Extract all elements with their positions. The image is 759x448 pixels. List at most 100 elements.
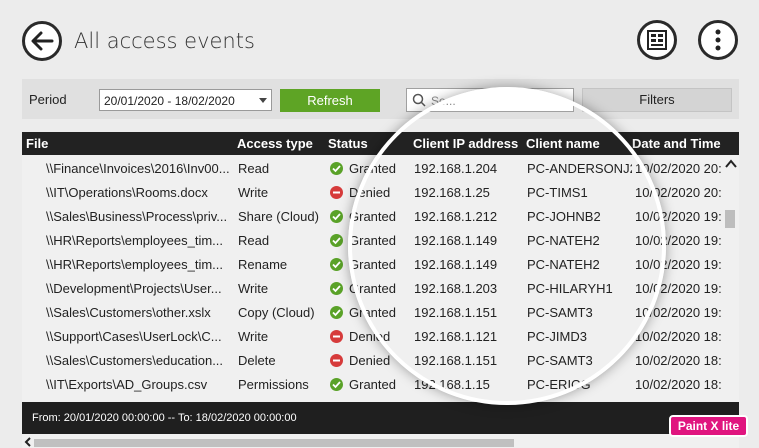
cell-client-ip: 192.168.1.15 [414,377,490,392]
cell-file: \\Sales\Business\Process\priv... [46,209,228,224]
arrow-left-icon [31,31,54,51]
scrollbar-thumb[interactable] [34,439,514,447]
cell-date-time: 10/02/2020 19:4 [635,257,725,272]
cell-client-name: PC-JOHNB2 [527,209,601,224]
table-row[interactable]: \\Development\Projects\User... Write Grant… [22,277,725,301]
cell-date-time: 10/02/2020 18:4 [635,353,725,368]
column-header-status[interactable]: Status [328,136,368,151]
cell-status: Granted [349,161,396,176]
cell-status: Granted [349,257,396,272]
vertical-dots-icon [715,29,721,51]
cell-client-name: PC-JIMD3 [527,329,587,344]
table-row[interactable]: \\Sales\Customers\other.xslx Copy (Cloud)… [22,301,725,325]
table-row[interactable]: \\Support\Cases\UserLock\C... Write Denied… [22,325,725,349]
cell-client-name: PC-NATEH2 [527,257,600,272]
cell-access-type: Copy (Cloud) [238,305,315,320]
cell-file: \\Sales\Customers\education... [46,353,224,368]
column-header-access-type[interactable]: Access type [237,136,313,151]
cell-client-name: PC-NATEH2 [527,233,600,248]
denied-circle-icon [330,354,343,367]
cell-client-ip: 192.168.1.203 [414,281,498,296]
scroll-up-icon [725,159,737,168]
cell-status: Granted [349,377,396,392]
cell-status: Granted [349,281,396,296]
cell-client-ip: 192.168.1.149 [414,233,498,248]
horizontal-scrollbar[interactable] [22,434,739,448]
cell-status: Denied [349,353,391,368]
cell-access-type: Read [238,233,270,248]
cell-client-name: PC-SAMT3 [527,305,593,320]
denied-circle-icon [330,186,343,199]
cell-client-name: PC-HILARYH1 [527,281,613,296]
cell-date-time: 10/02/2020 18:5 [635,329,725,344]
cell-file: \\Development\Projects\User... [46,281,222,296]
cell-client-ip: 192.168.1.151 [414,305,498,320]
table-row[interactable]: \\IT\Operations\Rooms.docx Write Denied 192… [22,181,725,205]
cell-file: \\Sales\Customers\other.xslx [46,305,211,320]
table-row[interactable]: \\HR\Reports\employees_tim... Rename Grant… [22,253,725,277]
cell-status: Denied [349,329,391,344]
table-row[interactable]: \\HR\Reports\employees_tim... Read Granted… [22,229,725,253]
denied-circle-icon [330,330,343,343]
check-circle-icon [330,258,343,271]
access-events-table: File Access type Status Client IP addres… [22,132,739,402]
cell-access-type: Write [238,281,269,296]
cell-client-name: PC-TIMS1 [527,185,588,200]
cell-file: \\HR\Reports\employees_tim... [46,257,224,272]
cell-client-ip: 192.168.1.25 [414,185,490,200]
cell-date-time: 10/02/2020 19:3 [635,281,725,296]
cell-client-ip: 192.168.1.149 [414,257,498,272]
period-summary: From: 20/01/2020 00:00:00 -- To: 18/02/2… [22,402,739,434]
grid-report-icon [647,30,667,50]
cell-status: Granted [349,233,396,248]
cell-status: Denied [349,185,391,200]
cell-client-ip: 192.168.1.151 [414,353,498,368]
filter-toolbar: Period 20/01/2020 - 18/02/2020 Refresh S… [22,79,739,119]
column-header-client-ip[interactable]: Client IP address [413,136,518,151]
page-title: All access events [74,29,255,53]
search-icon [412,93,426,107]
cell-file: \\Support\Cases\UserLock\C... [46,329,222,344]
column-header-file[interactable]: File [26,136,48,151]
check-circle-icon [330,282,343,295]
refresh-button[interactable]: Refresh [280,89,380,112]
table-row[interactable]: \\Sales\Customers\education... Delete Deni… [22,349,725,373]
cell-file: \\Finance\Invoices\2016\Inv00... [46,161,230,176]
back-button[interactable] [22,21,62,61]
cell-client-ip: 192.168.1.212 [414,209,498,224]
period-value: 20/01/2020 - 18/02/2020 [104,94,235,108]
cell-access-type: Delete [238,353,276,368]
cell-access-type: Permissions [238,377,309,392]
check-circle-icon [330,162,343,175]
table-row[interactable]: \\Finance\Invoices\2016\Inv00... Read Gran… [22,157,725,181]
table-header: File Access type Status Client IP addres… [22,132,739,155]
cell-file: \\HR\Reports\employees_tim... [46,233,224,248]
cell-client-name: PC-ANDERSONJ2 [527,161,632,176]
cell-access-type: Read [238,161,270,176]
period-select[interactable]: 20/01/2020 - 18/02/2020 [99,89,272,111]
check-circle-icon [330,378,343,391]
cell-access-type: Write [238,185,269,200]
scrollbar-thumb[interactable] [725,210,735,228]
report-layout-button[interactable] [637,20,677,60]
cell-date-time: 10/02/2020 19:5 [635,233,725,248]
table-row[interactable]: \\Sales\Business\Process\priv... Share (C… [22,205,725,229]
cell-date-time: 10/02/2020 19:0 [635,305,725,320]
cell-status: Granted [349,305,396,320]
cell-client-name: PC-SAMT3 [527,353,593,368]
more-options-button[interactable] [698,20,738,60]
scroll-left-icon [24,437,31,447]
cell-client-ip: 192.168.1.121 [414,329,498,344]
cell-access-type: Write [238,329,269,344]
table-row[interactable]: \\IT\Exports\AD_Groups.csv Permissions Gra… [22,373,725,397]
chevron-down-icon [259,98,267,103]
search-input[interactable]: Se... [406,88,574,112]
cell-file: \\IT\Operations\Rooms.docx [46,185,208,200]
column-header-client-name[interactable]: Client name [526,136,600,151]
cell-date-time: 10/02/2020 20:5 [635,161,725,176]
vertical-scrollbar[interactable] [722,155,739,402]
column-header-date-time[interactable]: Date and Time [632,136,721,151]
cell-client-ip: 192.168.1.204 [414,161,498,176]
filters-button[interactable]: Filters [582,88,732,112]
period-label: Period [29,92,67,107]
